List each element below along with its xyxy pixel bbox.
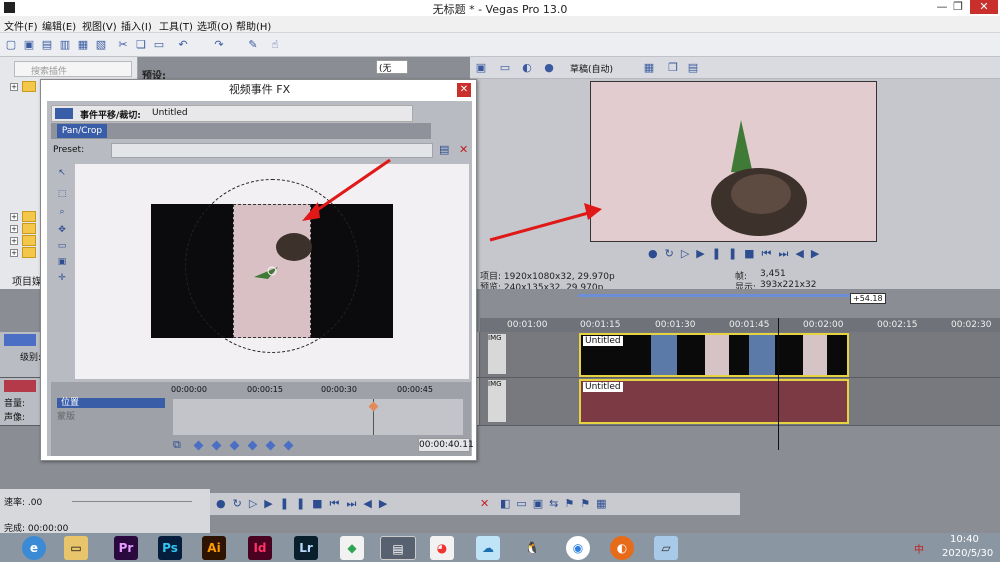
arrow-head <box>302 202 320 221</box>
arrow-to-crop <box>309 158 391 217</box>
annotation-arrows <box>302 158 602 242</box>
arrow-to-preview <box>489 210 593 242</box>
arrow-head <box>584 203 602 220</box>
